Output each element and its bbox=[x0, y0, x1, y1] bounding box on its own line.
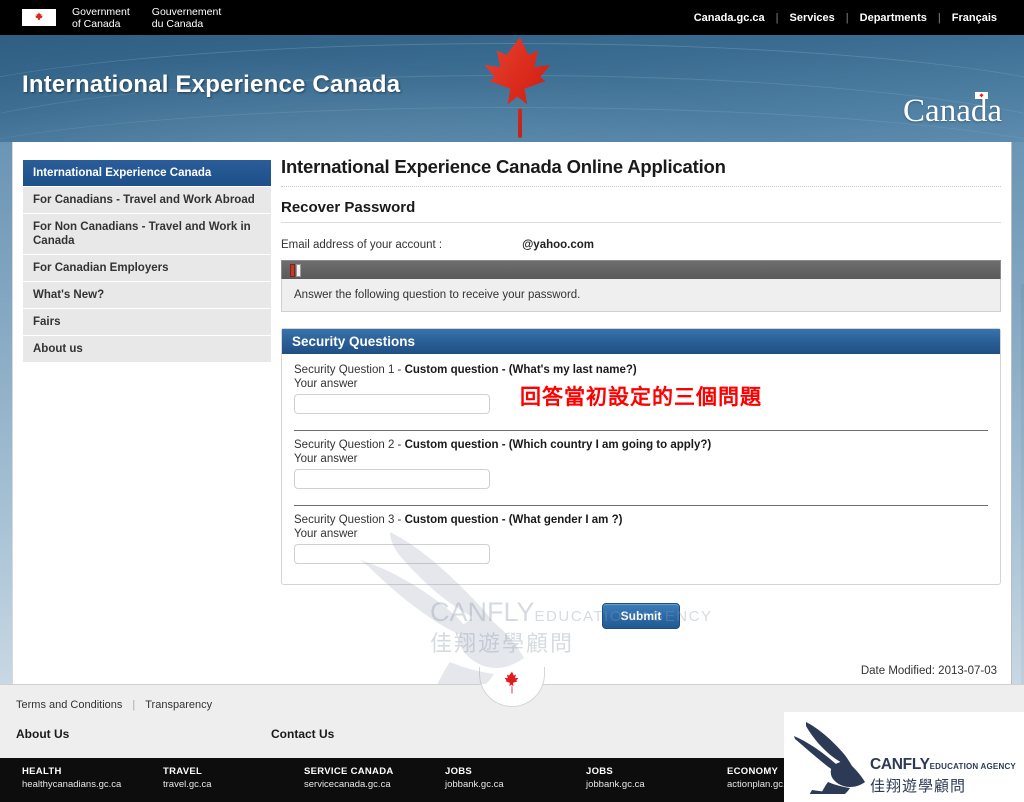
footer-column-title: JOBS bbox=[445, 766, 473, 777]
government-of-canada-label: Government of Canada bbox=[72, 5, 130, 30]
question-1-answer-input[interactable] bbox=[294, 394, 490, 414]
date-modified: Date Modified: 2013-07-03 bbox=[860, 665, 997, 677]
question-3-text: Custom question - (What gender I am ?) bbox=[404, 514, 623, 526]
main-content: International Experience Canada Online A… bbox=[281, 156, 1001, 677]
wordmark-flag-icon bbox=[975, 92, 988, 99]
submit-row: Submit bbox=[281, 585, 1001, 629]
heading-divider bbox=[281, 186, 1001, 187]
footer-link-separator: | bbox=[132, 699, 136, 711]
footer-column-jobs-1[interactable]: JOBS jobbank.gc.ca bbox=[445, 766, 586, 802]
topnav-link-canada[interactable]: Canada.gc.ca bbox=[683, 12, 776, 24]
footer-column-travel[interactable]: TRAVEL travel.gc.ca bbox=[163, 766, 304, 802]
question-1-text: Custom question - (What's my last name?) bbox=[404, 364, 637, 376]
footer-column-jobs-2[interactable]: JOBS jobbank.gc.ca bbox=[586, 766, 727, 802]
footer-column-url: healthycanadians.gc.ca bbox=[22, 779, 122, 790]
footer-column-title: HEALTH bbox=[22, 766, 62, 777]
question-2-text: Custom question - (Which country I am go… bbox=[404, 439, 712, 451]
page-body: International Experience Canada For Cana… bbox=[0, 142, 1024, 684]
question-1-prefix: Security Question 1 - bbox=[294, 364, 405, 376]
canada-flag-icon: 🍁 bbox=[22, 9, 56, 26]
question-3-prefix: Security Question 3 - bbox=[294, 514, 405, 526]
question-block-2: Security Question 2 - Custom question - … bbox=[294, 439, 988, 497]
footer-link-terms[interactable]: Terms and Conditions bbox=[16, 699, 122, 711]
footer-column-url: servicecanada.gc.ca bbox=[304, 779, 391, 790]
topnav-link-services[interactable]: Services bbox=[779, 12, 846, 24]
sidebar-item-about-us[interactable]: About us bbox=[23, 336, 271, 363]
topnav-link-departments[interactable]: Departments bbox=[849, 12, 938, 24]
sidebar-item-label: For Canadians - Travel and Work Abroad bbox=[33, 194, 255, 206]
section-divider bbox=[281, 222, 1001, 223]
footer-column-url: jobbank.gc.ca bbox=[445, 779, 504, 790]
sidebar-item-label: What's New? bbox=[33, 289, 105, 301]
footer-heading-about-us[interactable]: About Us bbox=[16, 727, 271, 741]
question-2-answer-label: Your answer bbox=[294, 453, 358, 465]
sidebar-item-fairs[interactable]: Fairs bbox=[23, 309, 271, 336]
footer-column-title: SERVICE CANADA bbox=[304, 766, 394, 777]
sidebar-item-whats-new[interactable]: What's New? bbox=[23, 282, 271, 309]
footer-column-title: JOBS bbox=[586, 766, 614, 777]
maple-leaf-icon bbox=[455, 35, 585, 142]
sidebar-item-label: About us bbox=[33, 343, 83, 355]
maple-leaf-icon bbox=[498, 669, 526, 699]
security-questions-panel: Security Questions Security Question 1 -… bbox=[281, 328, 1001, 585]
question-divider bbox=[294, 430, 988, 431]
email-value: @yahoo.com bbox=[522, 239, 595, 251]
email-redaction-box bbox=[442, 235, 523, 248]
top-navigation: Canada.gc.ca | Services | Departments | … bbox=[683, 0, 1008, 35]
notice-header-bar bbox=[281, 260, 1001, 279]
submit-button[interactable]: Submit bbox=[601, 603, 681, 629]
page-root: 🍁 Government of Canada Gouvernement du C… bbox=[0, 0, 1024, 802]
notice-text: Answer the following question to receive… bbox=[294, 289, 581, 301]
question-3-label: Security Question 3 - Custom question - … bbox=[294, 514, 988, 526]
sidebar-item-label: Fairs bbox=[33, 316, 61, 328]
footer-column-service-canada[interactable]: SERVICE CANADA servicecanada.gc.ca bbox=[304, 766, 445, 802]
footer-heading-contact-us[interactable]: Contact Us bbox=[271, 727, 526, 741]
site-banner: International Experience Canada Canada bbox=[0, 35, 1024, 142]
topnav-link-francais[interactable]: Français bbox=[941, 12, 1008, 24]
sidebar-item-for-canadians[interactable]: For Canadians - Travel and Work Abroad bbox=[23, 187, 271, 214]
page-title: International Experience Canada bbox=[22, 71, 401, 98]
question-2-label: Security Question 2 - Custom question - … bbox=[294, 439, 988, 451]
footer-column-url: jobbank.gc.ca bbox=[586, 779, 645, 790]
sidebar-item-label: For Canadian Employers bbox=[33, 262, 169, 274]
canfly-logo-overlay: CANFLYEDUCATION AGENCY 佳翔遊學顧問 bbox=[784, 712, 1024, 802]
annotation-chinese: 回答當初設定的三個問題 bbox=[520, 385, 762, 409]
sidebar-item-for-canadian-employers[interactable]: For Canadian Employers bbox=[23, 255, 271, 282]
question-block-3: Security Question 3 - Custom question - … bbox=[294, 514, 988, 572]
footer-link-transparency[interactable]: Transparency bbox=[145, 699, 212, 711]
canfly-name-zh: 佳翔遊學顧問 bbox=[870, 777, 967, 795]
question-2-answer-input[interactable] bbox=[294, 469, 490, 489]
security-questions-header: Security Questions bbox=[282, 329, 1000, 354]
eagle-icon bbox=[792, 718, 882, 802]
canfly-name: CANFLYEDUCATION AGENCY bbox=[870, 756, 1016, 773]
canada-wordmark: Canada bbox=[903, 92, 1002, 129]
gouvernement-du-canada-label: Gouvernement du Canada bbox=[151, 5, 222, 30]
book-icon bbox=[290, 263, 301, 277]
footer-column-url: travel.gc.ca bbox=[163, 779, 212, 790]
footer-column-title: TRAVEL bbox=[163, 766, 203, 777]
sidebar-item-label: For Non Canadians - Travel and Work in C… bbox=[33, 221, 251, 247]
application-heading: International Experience Canada Online A… bbox=[281, 156, 726, 177]
sidebar-item-label: International Experience Canada bbox=[33, 167, 212, 179]
sidebar-item-for-non-canadians[interactable]: For Non Canadians - Travel and Work in C… bbox=[23, 214, 271, 255]
notice-body: Answer the following question to receive… bbox=[281, 279, 1001, 312]
email-label: Email address of your account : bbox=[281, 239, 443, 251]
canfly-logo-text: CANFLYEDUCATION AGENCY 佳翔遊學顧問 bbox=[870, 756, 1016, 796]
question-divider bbox=[294, 505, 988, 506]
government-bar: 🍁 Government of Canada Gouvernement du C… bbox=[0, 0, 1024, 35]
question-3-answer-input[interactable] bbox=[294, 544, 490, 564]
email-row: Email address of your account : @yahoo.c… bbox=[281, 235, 1001, 251]
footer-links: Terms and Conditions | Transparency bbox=[16, 699, 212, 711]
sidebar-item-international-experience-canada[interactable]: International Experience Canada bbox=[23, 160, 271, 187]
question-1-label: Security Question 1 - Custom question - … bbox=[294, 364, 988, 376]
content-card: International Experience Canada For Cana… bbox=[12, 142, 1012, 684]
sidebar-navigation: International Experience Canada For Cana… bbox=[23, 160, 271, 363]
section-heading: Recover Password bbox=[281, 199, 416, 216]
question-3-answer-label: Your answer bbox=[294, 528, 358, 540]
question-2-prefix: Security Question 2 - bbox=[294, 439, 405, 451]
footer-column-health[interactable]: HEALTH healthycanadians.gc.ca bbox=[22, 766, 163, 802]
